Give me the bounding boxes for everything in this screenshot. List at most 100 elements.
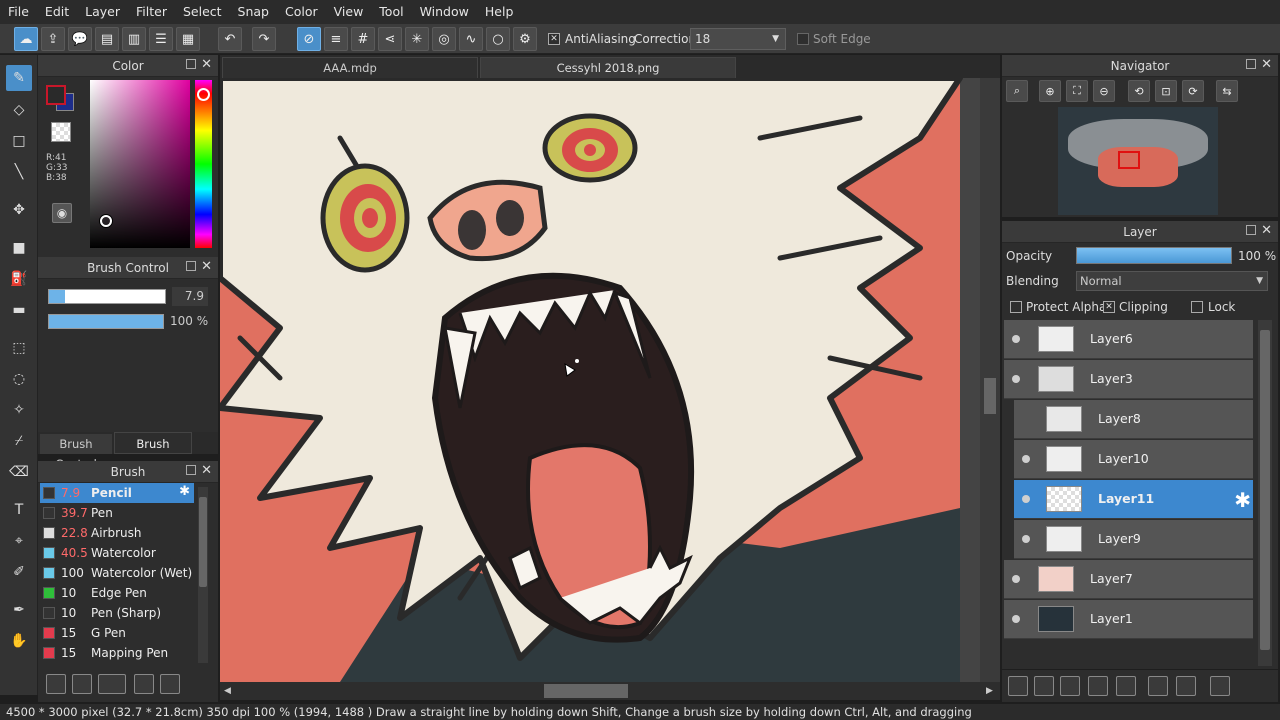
gear-icon[interactable]: ⚙ [513,27,537,51]
eraser-tool-icon[interactable]: ◇ [6,97,32,123]
canvas-viewport[interactable] [220,78,1000,682]
brush-item-edge-pen[interactable]: 10 Edge Pen [40,583,194,603]
fit-window-icon[interactable]: ⛶ [1066,80,1088,102]
brush-item-g-pen[interactable]: 15 G Pen [40,623,194,643]
pin-icon[interactable] [186,465,196,475]
blending-select[interactable]: Normal ▼ [1076,271,1268,291]
pin-icon[interactable] [1246,59,1256,69]
lock-checkbox[interactable] [1191,301,1203,313]
gear-icon[interactable]: ✱ [1234,488,1251,512]
doc-tab-aaa[interactable]: AAA.mdp [222,57,478,78]
soft-edge-checkbox[interactable] [797,33,809,45]
menu-view[interactable]: View [326,0,372,24]
new-folder-icon[interactable] [1116,676,1136,696]
color-picker-cursor[interactable] [100,215,112,227]
grid-tiles-icon[interactable]: ▦ [176,27,200,51]
layer-row-layer8[interactable]: Layer8 [1014,400,1253,439]
close-icon[interactable]: ✕ [201,57,212,72]
brush-item-pencil[interactable]: 7.9 Pencil ✱ [40,483,194,503]
text-tool-icon[interactable]: T [6,497,32,523]
comment-icon[interactable]: 💬 [68,27,92,51]
parallel-snap-icon[interactable]: ≡ [324,27,348,51]
visibility-icon[interactable] [1012,335,1020,343]
layer-row-layer6[interactable]: Layer6 [1004,320,1253,359]
protect-alpha-checkbox[interactable] [1010,301,1022,313]
visibility-icon[interactable] [1022,455,1030,463]
cloud-brush-icon[interactable] [46,674,66,694]
fill-rect-tool-icon[interactable]: ■ [6,235,32,261]
clipping-checkbox[interactable]: ✕ [1103,301,1115,313]
move-tool-icon[interactable]: ✥ [6,197,32,223]
visibility-icon[interactable] [1012,575,1020,583]
scrollbar-thumb[interactable] [1260,330,1270,650]
scrollbar-thumb[interactable] [199,497,207,587]
menu-edit[interactable]: Edit [37,0,77,24]
menu-layer[interactable]: Layer [77,0,128,24]
layer-row-layer10[interactable]: Layer10 [1014,440,1253,479]
bucket-tool-icon[interactable]: ⛽ [6,266,32,292]
magic-wand-icon[interactable]: ✧ [6,397,32,423]
tab-brush-control[interactable]: Brush Control [40,434,112,471]
menu-file[interactable]: File [0,0,37,24]
menu-tool[interactable]: Tool [371,0,411,24]
tab-brush-preview[interactable]: Brush Preview [114,432,192,473]
flip-horizontal-icon[interactable]: ⇆ [1216,80,1238,102]
rotate-right-icon[interactable]: ⟳ [1182,80,1204,102]
hand-tool-icon[interactable]: ✋ [6,628,32,654]
brush-opacity-slider[interactable] [48,314,164,329]
brush-list-scrollbar[interactable] [198,487,208,663]
palette-icon[interactable]: ◉ [52,203,72,223]
canvas-vertical-scrollbar[interactable] [980,78,1000,682]
layer-row-layer3[interactable]: Layer3 [1004,360,1253,399]
canvas-horizontal-scrollbar[interactable]: ◀ ▶ [220,682,1000,700]
brush-item-mapping-pen[interactable]: 15 Mapping Pen [40,643,194,663]
brush-size-value[interactable]: 7.9 [172,287,208,306]
navigator-preview[interactable] [1058,107,1218,215]
document-icon[interactable]: ▥ [122,27,146,51]
layer-row-layer11[interactable]: Layer11 ✱ [1014,480,1253,519]
hue-slider-handle[interactable] [197,88,210,101]
menu-snap[interactable]: Snap [230,0,277,24]
layer-list-scrollbar[interactable] [1258,320,1272,666]
select-pen-icon[interactable]: ⌿ [6,428,32,454]
add-brush-menu-icon[interactable] [98,674,126,694]
pin-icon[interactable] [1246,225,1256,235]
select-rect-icon[interactable]: ⬚ [6,335,32,361]
visibility-icon[interactable] [1012,375,1020,383]
radial-line-icon[interactable]: ✳ [405,27,429,51]
visibility-icon[interactable] [1012,615,1020,623]
curve-snap-icon[interactable]: ∿ [459,27,483,51]
reset-view-icon[interactable]: ⊡ [1155,80,1177,102]
brush-item-airbrush[interactable]: 22.8 Airbrush [40,523,194,543]
new-halftone-layer-icon[interactable] [1034,676,1054,696]
rotate-left-icon[interactable]: ⟲ [1128,80,1150,102]
brush-item-watercolor-wet[interactable]: 100 Watercolor (Wet) [40,563,194,583]
layer-row-layer7[interactable]: Layer7 [1004,560,1253,599]
brush-size-slider[interactable] [48,289,166,304]
layer-opacity-slider[interactable] [1076,247,1232,264]
duplicate-layer-icon[interactable] [1148,676,1168,696]
menu-select[interactable]: Select [175,0,230,24]
new-brush-icon[interactable] [72,674,92,694]
grid-snap-icon[interactable]: # [351,27,375,51]
antialiasing-checkbox[interactable]: ✕ [548,33,560,45]
redo-icon[interactable]: ↷ [252,27,276,51]
export-icon[interactable]: ⇪ [41,27,65,51]
pin-icon[interactable] [186,261,196,271]
hue-slider[interactable] [195,80,212,248]
brush-item-watercolor[interactable]: 40.5 Watercolor [40,543,194,563]
artwork-canvas[interactable] [220,78,1000,682]
trash-icon[interactable] [1210,676,1230,696]
layer-row-layer1[interactable]: Layer1 [1004,600,1253,639]
lasso-icon[interactable]: ◌ [6,366,32,392]
select-eraser-icon[interactable]: ⌫ [6,459,32,485]
scrollbar-thumb[interactable] [984,378,996,414]
gear-icon[interactable]: ✱ [179,484,190,499]
brush-item-pen-sharp[interactable]: 10 Pen (Sharp) [40,603,194,623]
rectangle-tool-icon[interactable]: □ [6,128,32,154]
new-layer-icon[interactable] [1008,676,1028,696]
scroll-right-icon[interactable]: ▶ [986,686,993,696]
doc-tab-cessyhl[interactable]: Cessyhl 2018.png [480,57,736,78]
brush-settings-icon[interactable] [134,674,154,694]
cloud-icon[interactable]: ☁ [14,27,38,51]
